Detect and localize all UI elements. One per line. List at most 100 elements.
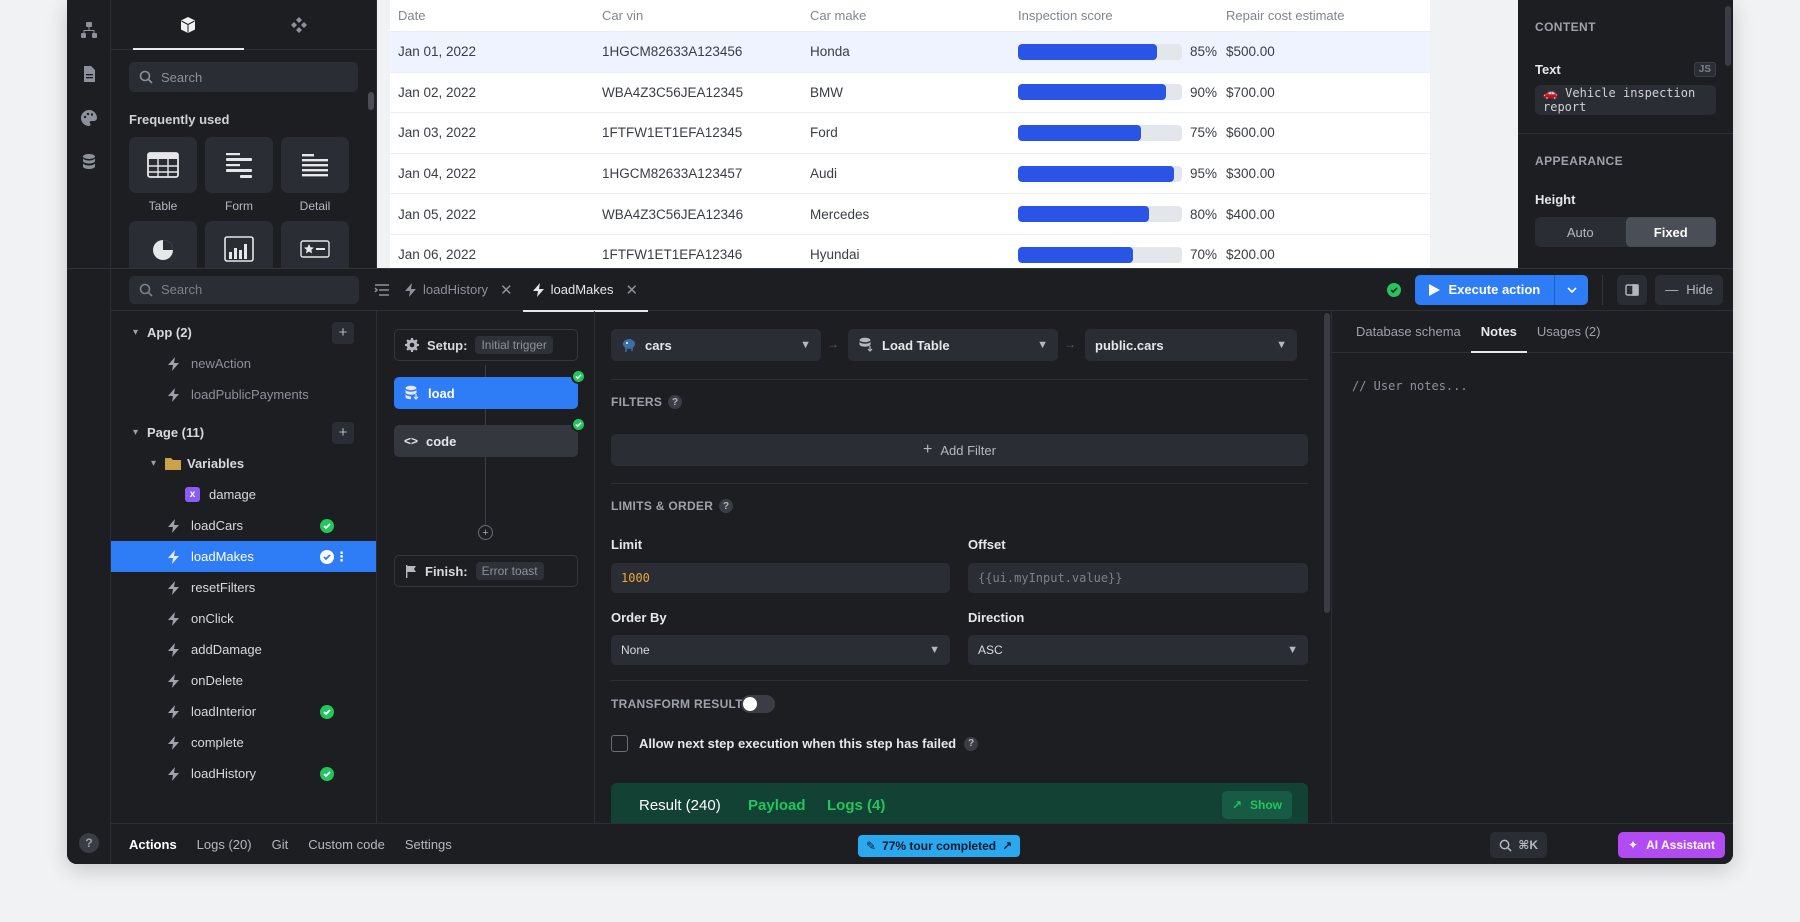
limit-input[interactable]: 1000: [611, 563, 950, 593]
height-fixed-option[interactable]: Fixed: [1625, 217, 1716, 247]
finish-step[interactable]: Finish: Error toast: [394, 555, 578, 587]
transform-toggle[interactable]: [741, 695, 775, 713]
page-icon[interactable]: [67, 52, 111, 96]
tree-item[interactable]: loadMakes ⋮: [111, 541, 376, 572]
notes-editor[interactable]: // User notes...: [1332, 353, 1733, 419]
editor-scrollbar[interactable]: [1324, 313, 1330, 613]
column-header[interactable]: Car vin: [602, 8, 810, 23]
height-auto-option[interactable]: Auto: [1535, 217, 1626, 247]
tree-group-page[interactable]: ▾ Page (11) +: [111, 417, 376, 448]
widget-table[interactable]: Table: [129, 137, 197, 213]
add-app-action-button[interactable]: +: [332, 321, 354, 344]
bottom-rail: ?: [67, 269, 111, 864]
close-icon[interactable]: ✕: [625, 281, 638, 299]
load-step[interactable]: load: [394, 369, 586, 409]
table-row[interactable]: Jan 05, 2022 WBA4Z3C56JEA12346 Mercedes 80%…: [390, 194, 1430, 235]
help-icon[interactable]: ?: [719, 499, 734, 513]
help-icon[interactable]: ?: [79, 833, 99, 853]
sitemap-icon[interactable]: [67, 8, 111, 52]
column-header[interactable]: Car make: [810, 8, 1018, 23]
close-icon[interactable]: ✕: [500, 281, 513, 299]
tree-item[interactable]: loadPublicPayments: [111, 379, 376, 410]
order-by-select[interactable]: None ▼: [611, 635, 950, 665]
tour-progress-badge[interactable]: ✎ 77% tour completed ↗: [858, 835, 1021, 857]
column-header[interactable]: Inspection score: [1018, 8, 1226, 23]
text-field[interactable]: 🚗 Vehicle inspection report: [1535, 85, 1716, 115]
operation-select[interactable]: Load Table ▼: [848, 329, 1058, 361]
table-row[interactable]: Jan 04, 2022 1HGCM82633A123457 Audi 95% $300…: [390, 154, 1430, 195]
add-filter-button[interactable]: + Add Filter: [611, 434, 1308, 466]
tree-item[interactable]: loadInterior: [111, 696, 376, 727]
direction-select[interactable]: ASC ▼: [968, 635, 1308, 665]
tab-custom-code[interactable]: Custom code: [298, 824, 395, 865]
table-row[interactable]: Jan 06, 2022 1FTFW1ET1EFA12346 Hyundai 70% $…: [390, 235, 1430, 268]
js-toggle[interactable]: JS: [1693, 62, 1716, 77]
bolt-icon: [532, 282, 544, 297]
panel-icon: [1625, 283, 1639, 296]
widgets-scrollbar[interactable]: [368, 92, 374, 110]
actions-search-input[interactable]: Search: [129, 275, 359, 304]
setup-step[interactable]: Setup: Initial trigger: [394, 329, 578, 361]
more-options-icon[interactable]: ⋮: [335, 549, 348, 565]
tree-item[interactable]: onClick: [111, 603, 376, 634]
cell-cost: $500.00: [1226, 44, 1275, 60]
table-row[interactable]: Jan 01, 2022 1HGCM82633A123456 Honda 85% $50…: [390, 32, 1430, 73]
tab-notes[interactable]: Notes: [1470, 311, 1528, 353]
list-toggle-icon[interactable]: [369, 283, 395, 297]
tab-logs[interactable]: Logs (4): [827, 797, 885, 814]
help-icon[interactable]: ?: [668, 395, 683, 409]
tree-item[interactable]: resetFilters: [111, 572, 376, 603]
show-result-button[interactable]: ↗ Show: [1221, 791, 1292, 819]
tab-settings[interactable]: Settings: [395, 824, 462, 865]
add-step-button[interactable]: +: [478, 525, 493, 540]
tab-git[interactable]: Git: [262, 824, 299, 865]
widgets-search-input[interactable]: Search: [129, 62, 358, 92]
help-icon[interactable]: ?: [964, 736, 979, 751]
ai-assistant-button[interactable]: ✦ AI Assistant: [1618, 832, 1725, 858]
tree-item[interactable]: loadHistory: [111, 758, 376, 789]
widget-form[interactable]: Form: [205, 137, 273, 213]
tab-components[interactable]: [133, 0, 244, 50]
command-palette-button[interactable]: ⌘K: [1490, 832, 1547, 858]
table-select[interactable]: public.cars ▼: [1085, 329, 1297, 361]
transform-title: TRANSFORM RESULT: [611, 697, 743, 711]
tab-loadmakes[interactable]: loadMakes ✕: [522, 269, 649, 312]
widget-detail[interactable]: Detail: [281, 137, 349, 213]
add-page-action-button[interactable]: +: [332, 421, 354, 444]
properties-scrollbar[interactable]: [1725, 6, 1731, 66]
execute-action-button[interactable]: Execute action: [1415, 274, 1589, 305]
tab-actions[interactable]: Actions: [119, 824, 187, 864]
toggle-sidebar-button[interactable]: [1617, 274, 1648, 305]
table-row[interactable]: Jan 03, 2022 1FTFW1ET1EFA12345 Ford 75% $600…: [390, 113, 1430, 154]
database-icon[interactable]: [67, 140, 111, 184]
tree-item[interactable]: loadCars: [111, 510, 376, 541]
limits-title: LIMITS & ORDER ?: [611, 499, 734, 513]
tab-logs[interactable]: Logs (20): [187, 824, 262, 865]
tree-item[interactable]: addDamage: [111, 634, 376, 665]
offset-input[interactable]: {{ui.myInput.value}}: [968, 563, 1308, 593]
filters-title: FILTERS ?: [611, 395, 683, 409]
column-header[interactable]: Repair cost estimate: [1226, 8, 1430, 23]
allow-next-checkbox[interactable]: [611, 735, 628, 752]
tree-item[interactable]: newAction: [111, 348, 376, 379]
palette-icon[interactable]: [67, 96, 111, 140]
tab-payload[interactable]: Payload: [748, 797, 806, 814]
code-step[interactable]: <> code: [394, 417, 586, 457]
tree-item[interactable]: onDelete: [111, 665, 376, 696]
tab-templates[interactable]: [244, 0, 355, 49]
tree-folder-variables[interactable]: ▾ Variables: [111, 448, 376, 479]
execute-main[interactable]: Execute action: [1415, 274, 1555, 305]
table-row[interactable]: Jan 02, 2022 WBA4Z3C56JEA12345 BMW 90% $700.…: [390, 73, 1430, 114]
tab-loadhistory[interactable]: loadHistory ✕: [395, 269, 523, 311]
column-header[interactable]: Date: [398, 8, 602, 23]
tree-variable[interactable]: x damage: [111, 479, 376, 510]
execute-dropdown[interactable]: [1554, 274, 1589, 305]
hide-button[interactable]: — Hide: [1655, 274, 1723, 305]
tree-group-app[interactable]: ▾ App (2) +: [111, 317, 376, 348]
tab-usages[interactable]: Usages (2): [1527, 311, 1611, 352]
tab-result[interactable]: Result (240): [639, 797, 721, 814]
tree-item[interactable]: complete: [111, 727, 376, 758]
flag-icon: [406, 564, 416, 578]
datasource-select[interactable]: cars ▼: [611, 329, 821, 361]
tab-database-schema[interactable]: Database schema: [1346, 311, 1471, 352]
